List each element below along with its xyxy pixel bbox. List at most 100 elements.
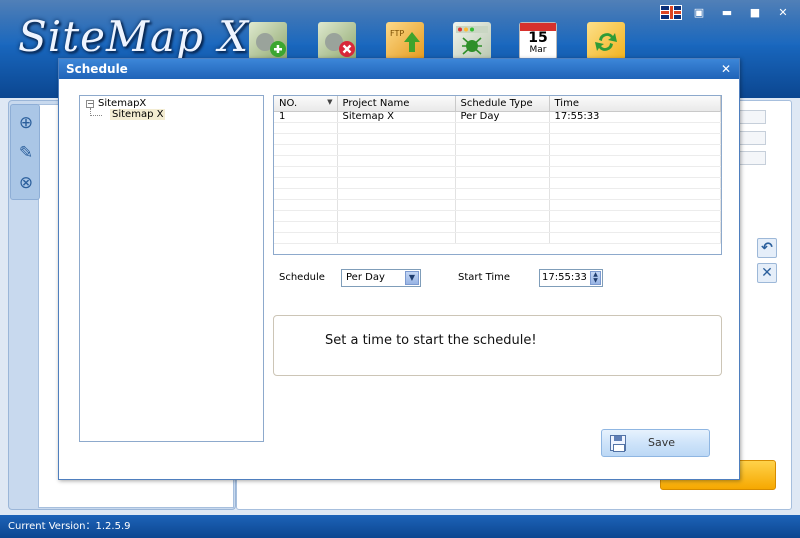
background-field-1 <box>736 110 766 124</box>
schedule-calendar-icon[interactable]: 15 Mar <box>519 22 557 60</box>
maximize-icon[interactable]: ■ <box>744 4 766 21</box>
column-header-time[interactable]: Time <box>549 96 721 112</box>
empty-cell <box>274 177 338 189</box>
time-spinner-icon[interactable]: ▲ ▼ <box>590 271 601 285</box>
status-bar: Current Version：1.2.5.9 <box>0 515 800 538</box>
floppy-disk-icon <box>610 435 626 452</box>
restore-icon[interactable]: ▣ <box>688 4 710 21</box>
tree-child[interactable]: Sitemap X <box>110 109 166 120</box>
empty-cell <box>337 188 456 200</box>
cell-time: 17:55:33 <box>549 111 721 123</box>
svg-text:FTP: FTP <box>390 29 404 38</box>
start-time-input[interactable]: 17:55:33 ▲ ▼ <box>539 269 603 287</box>
empty-cell <box>549 232 721 244</box>
empty-cell <box>455 188 550 200</box>
empty-cell <box>455 155 550 167</box>
edit-file-icon[interactable]: ✎ <box>16 143 36 163</box>
schedule-dialog: Schedule ✕ − SitemapX Sitemap X NO. ▼ Proj… <box>58 58 740 480</box>
message-text: Set a time to start the schedule! <box>325 333 537 348</box>
empty-cell <box>337 210 456 222</box>
delete-project-icon[interactable] <box>318 22 356 60</box>
empty-cell <box>337 232 456 244</box>
empty-cell <box>274 221 338 233</box>
clear-icon[interactable]: ✕ <box>757 263 777 283</box>
empty-cell <box>549 199 721 211</box>
empty-cell <box>274 122 338 134</box>
background-field-2 <box>736 131 766 145</box>
empty-row <box>274 133 721 145</box>
empty-cell <box>549 188 721 200</box>
empty-row <box>274 144 721 156</box>
window-controls: ▣ ▬ ■ ✕ <box>660 4 794 21</box>
empty-cell <box>549 144 721 156</box>
empty-cell <box>455 221 550 233</box>
tree-connector <box>90 108 102 116</box>
empty-cell <box>337 122 456 134</box>
schedule-grid: NO. ▼ Project Name Schedule Type Time 1 S… <box>273 95 722 255</box>
ftp-upload-icon[interactable]: FTP <box>386 22 424 60</box>
grid-header-row: NO. ▼ Project Name Schedule Type Time <box>274 96 721 112</box>
empty-cell <box>549 166 721 178</box>
spider-crawl-icon[interactable] <box>453 22 491 60</box>
empty-cell <box>274 232 338 244</box>
empty-cell <box>455 177 550 189</box>
dialog-close-icon[interactable]: ✕ <box>721 59 731 79</box>
empty-cell <box>549 210 721 222</box>
empty-cell <box>455 133 550 145</box>
column-header-project-name[interactable]: Project Name <box>337 96 456 112</box>
close-icon[interactable]: ✕ <box>772 4 794 21</box>
table-row[interactable]: 1 Sitemap X Per Day 17:55:33 <box>274 111 721 123</box>
empty-row <box>274 155 721 167</box>
empty-row <box>274 232 721 244</box>
calendar-day: 15 <box>528 30 548 46</box>
tree-collapse-icon[interactable]: − <box>86 100 94 108</box>
app-logo: SiteMap X <box>18 12 250 61</box>
empty-cell <box>274 199 338 211</box>
left-toolbar: ⊕ ✎ ⊗ <box>10 104 40 200</box>
background-field-3 <box>736 151 766 165</box>
empty-row <box>274 122 721 134</box>
empty-row <box>274 166 721 178</box>
calendar-month: Mar <box>529 45 547 55</box>
empty-cell <box>549 177 721 189</box>
remove-file-icon[interactable]: ⊗ <box>16 173 36 193</box>
dialog-titlebar[interactable]: Schedule ✕ <box>59 59 739 79</box>
empty-cell <box>274 144 338 156</box>
add-file-icon[interactable]: ⊕ <box>16 113 36 133</box>
cell-project-name: Sitemap X <box>337 111 456 123</box>
column-header-schedule-type[interactable]: Schedule Type <box>455 96 550 112</box>
empty-cell <box>337 221 456 233</box>
flag-icon[interactable] <box>660 4 682 21</box>
empty-cell <box>337 177 456 189</box>
update-icon[interactable] <box>587 22 625 60</box>
empty-cell <box>455 166 550 178</box>
new-project-icon[interactable] <box>249 22 287 60</box>
undo-icon[interactable]: ↶ <box>757 238 777 258</box>
empty-cell <box>549 133 721 145</box>
empty-cell <box>274 155 338 167</box>
empty-cell <box>274 133 338 145</box>
chevron-down-icon[interactable]: ▼ <box>405 271 419 285</box>
save-button[interactable]: Save <box>601 429 710 457</box>
start-time-value: 17:55:33 <box>542 272 587 283</box>
empty-cell <box>337 155 456 167</box>
empty-cell <box>337 133 456 145</box>
empty-cell <box>549 221 721 233</box>
empty-row <box>274 221 721 233</box>
dialog-body: − SitemapX Sitemap X NO. ▼ Project Name Sc… <box>59 79 739 479</box>
schedule-type-select[interactable]: Per Day ▼ <box>341 269 421 287</box>
empty-cell <box>337 166 456 178</box>
empty-cell <box>455 122 550 134</box>
sort-arrow-icon: ▼ <box>327 97 333 106</box>
schedule-label: Schedule <box>279 272 325 283</box>
empty-cell <box>337 199 456 211</box>
empty-cell <box>455 210 550 222</box>
empty-cell <box>274 166 338 178</box>
schedule-tree: − SitemapX Sitemap X <box>79 95 264 442</box>
column-header-no[interactable]: NO. ▼ <box>274 96 338 112</box>
save-label: Save <box>648 436 676 449</box>
cell-no: 1 <box>274 111 338 123</box>
cell-schedule-type: Per Day <box>455 111 550 123</box>
minimize-icon[interactable]: ▬ <box>716 4 738 21</box>
empty-cell <box>337 144 456 156</box>
